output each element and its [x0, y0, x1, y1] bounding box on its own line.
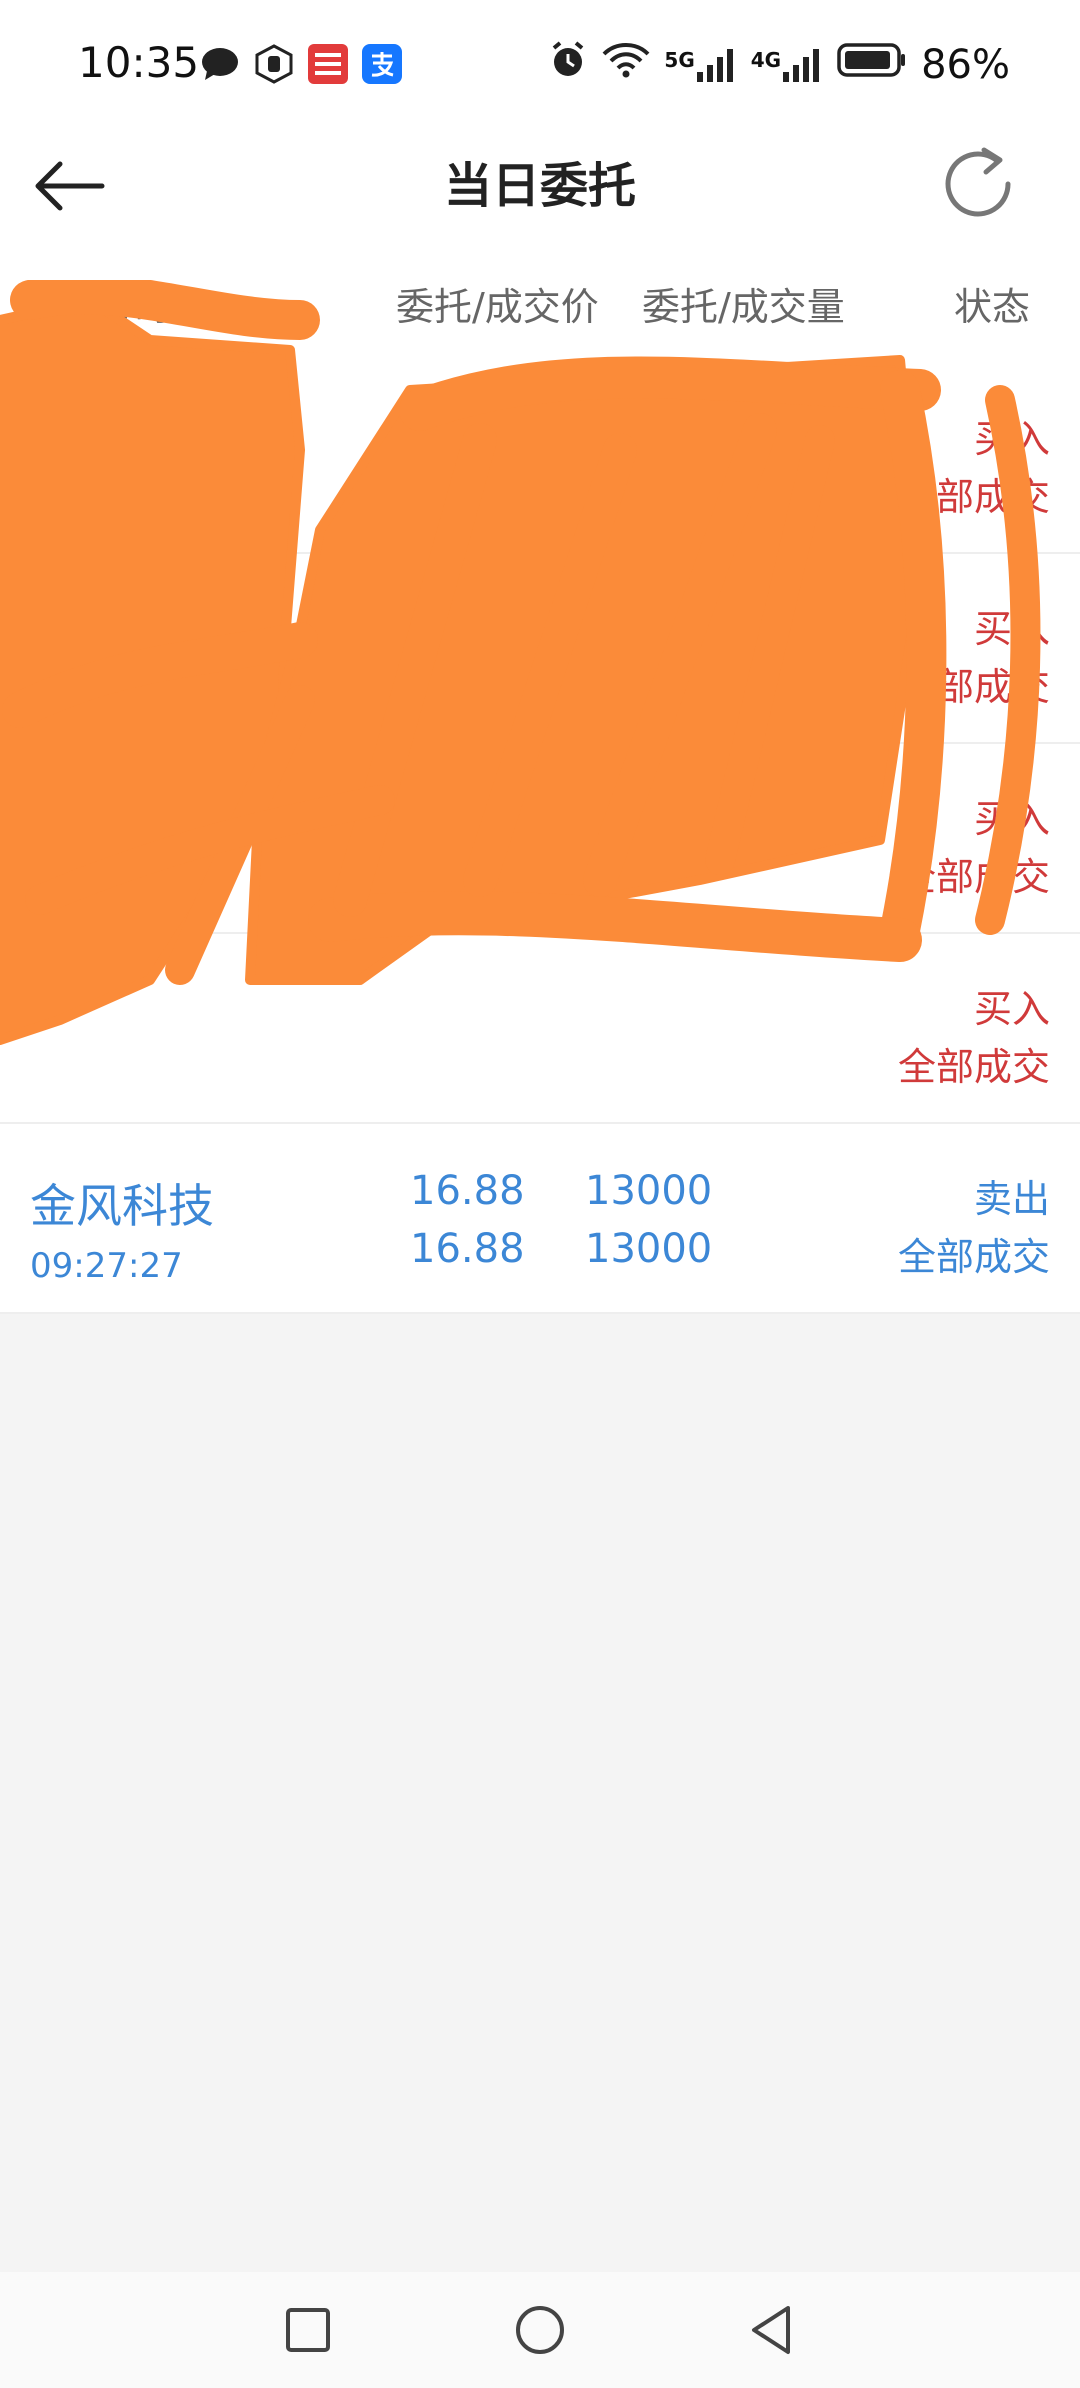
home-icon[interactable] [510, 2300, 570, 2360]
status-time: 10:35 [78, 38, 200, 87]
order-time: 09:27:27 [30, 1246, 183, 1286]
order-price: 16.88 [410, 1168, 525, 1214]
wifi-icon [602, 42, 650, 88]
notification-icons [200, 44, 402, 84]
system-status: 5G 4G 86% [548, 40, 1010, 90]
order-row[interactable]: 买入 全部成交 [0, 364, 1080, 554]
status-bar: 10:35 5G 4G 86% [0, 0, 1080, 130]
column-headers: 名称/时间 委托/成交价 委托/成交量 状态 [0, 240, 1080, 366]
order-side: 买入 [973, 797, 1050, 841]
signal-5g-icon: 5G [664, 48, 736, 82]
battery-icon [837, 42, 907, 88]
order-status: 全部成交 [897, 475, 1050, 519]
broker-app-icon [308, 44, 348, 84]
system-nav-bar [0, 2272, 1080, 2388]
page-title: 当日委托 [443, 158, 636, 214]
order-side: 买入 [973, 987, 1050, 1031]
col-price: 委托/成交价 [396, 285, 599, 329]
chat-bubble-icon [200, 44, 240, 84]
alipay-icon [362, 44, 402, 84]
signal-4g-icon: 4G [751, 48, 823, 82]
battery-percent: 86% [921, 42, 1010, 88]
order-side: 买入 [973, 607, 1050, 651]
alarm-icon [548, 40, 588, 90]
refresh-icon[interactable] [938, 142, 1022, 226]
stock-name: 金风科技 [30, 1179, 214, 1233]
order-status: 全部成交 [897, 1235, 1050, 1279]
page-header: 当日委托 [0, 130, 1080, 240]
col-status: 状态 [954, 285, 1031, 329]
col-volume: 委托/成交量 [642, 285, 845, 329]
order-status: 全部成交 [897, 665, 1050, 709]
order-row[interactable]: 买入 全部成交 [0, 744, 1080, 934]
order-row[interactable]: 买入 全部成交 [0, 554, 1080, 744]
order-row[interactable]: 买入 全部成交 [0, 934, 1080, 1124]
order-status: 全部成交 [897, 855, 1050, 899]
deal-volume: 13000 [585, 1226, 713, 1272]
back-triangle-icon[interactable] [742, 2300, 802, 2360]
order-status: 全部成交 [897, 1045, 1050, 1089]
hand-shield-icon [254, 44, 294, 84]
deal-price: 16.88 [410, 1226, 525, 1272]
col-name-time: 名称/时间 [46, 285, 211, 329]
order-side: 买入 [973, 417, 1050, 461]
order-volume: 13000 [585, 1168, 713, 1214]
order-side: 卖出 [973, 1177, 1050, 1221]
order-row[interactable]: 金风科技 09:27:27 16.88 16.88 13000 13000 卖出… [0, 1124, 1080, 1314]
recent-apps-icon[interactable] [278, 2300, 338, 2360]
